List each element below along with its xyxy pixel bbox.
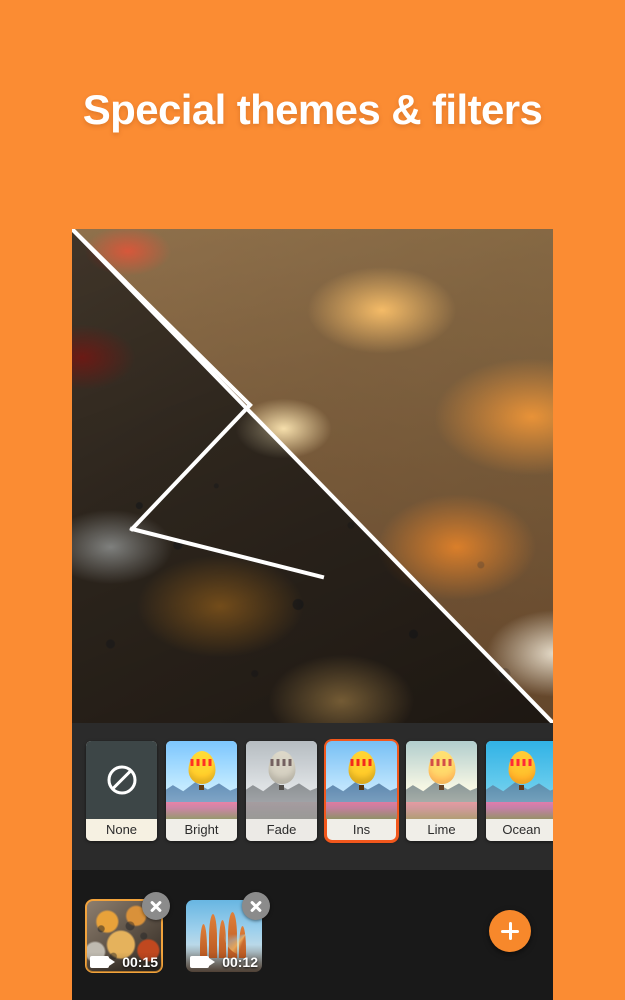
- clip-duration: 00:15: [122, 954, 158, 970]
- filter-label: Bright: [166, 819, 237, 841]
- clip-timeline: 00:15 00:12: [72, 870, 553, 1000]
- filter-tile-ins[interactable]: Ins: [324, 739, 399, 843]
- clip-list[interactable]: 00:15 00:12: [85, 892, 270, 976]
- plus-icon: [501, 922, 519, 940]
- filter-label: None: [86, 819, 157, 841]
- filter-label: Fade: [246, 819, 317, 841]
- filter-tile-bright[interactable]: Bright: [166, 741, 237, 841]
- clip-footer: 00:12: [186, 952, 262, 972]
- clip-duration: 00:12: [222, 954, 258, 970]
- video-camera-icon: [190, 956, 215, 968]
- filter-label: Lime: [406, 819, 477, 841]
- filter-label: Ocean: [486, 819, 553, 841]
- filter-label: Ins: [326, 819, 397, 841]
- app-editor-frame: None Bright Fade Ins Lime Ocean 00:15 00…: [72, 229, 553, 1000]
- close-icon: [249, 899, 263, 913]
- clip-footer: 00:15: [86, 952, 162, 972]
- filter-list[interactable]: None Bright Fade Ins Lime Ocean: [86, 739, 553, 843]
- page-title: Special themes & filters: [82, 86, 543, 133]
- clip-item[interactable]: 00:15: [85, 892, 170, 976]
- video-camera-icon: [90, 956, 115, 968]
- filter-preview-ins: [326, 741, 397, 819]
- filter-preview-none: [86, 741, 157, 819]
- clip-item[interactable]: 00:12: [186, 892, 270, 976]
- filter-split-line: [72, 229, 553, 723]
- clip-remove-button[interactable]: [142, 892, 170, 920]
- video-preview[interactable]: [72, 229, 553, 723]
- balloon-icon: [268, 751, 295, 784]
- filter-preview-lime: [406, 741, 477, 819]
- filter-tile-ocean[interactable]: Ocean: [486, 741, 553, 841]
- filter-preview-fade: [246, 741, 317, 819]
- add-clip-button[interactable]: [489, 910, 531, 952]
- balloon-icon: [508, 751, 535, 784]
- clip-remove-button[interactable]: [242, 892, 270, 920]
- no-filter-icon: [107, 765, 136, 795]
- balloon-icon: [188, 751, 215, 784]
- filter-preview-ocean: [486, 741, 553, 819]
- close-icon: [149, 899, 163, 913]
- filter-tile-fade[interactable]: Fade: [246, 741, 317, 841]
- filter-tile-none[interactable]: None: [86, 741, 157, 841]
- balloon-icon: [428, 751, 455, 784]
- filter-strip: None Bright Fade Ins Lime Ocean: [72, 723, 553, 870]
- balloon-icon: [348, 751, 375, 784]
- filter-preview-bright: [166, 741, 237, 819]
- filter-tile-lime[interactable]: Lime: [406, 741, 477, 841]
